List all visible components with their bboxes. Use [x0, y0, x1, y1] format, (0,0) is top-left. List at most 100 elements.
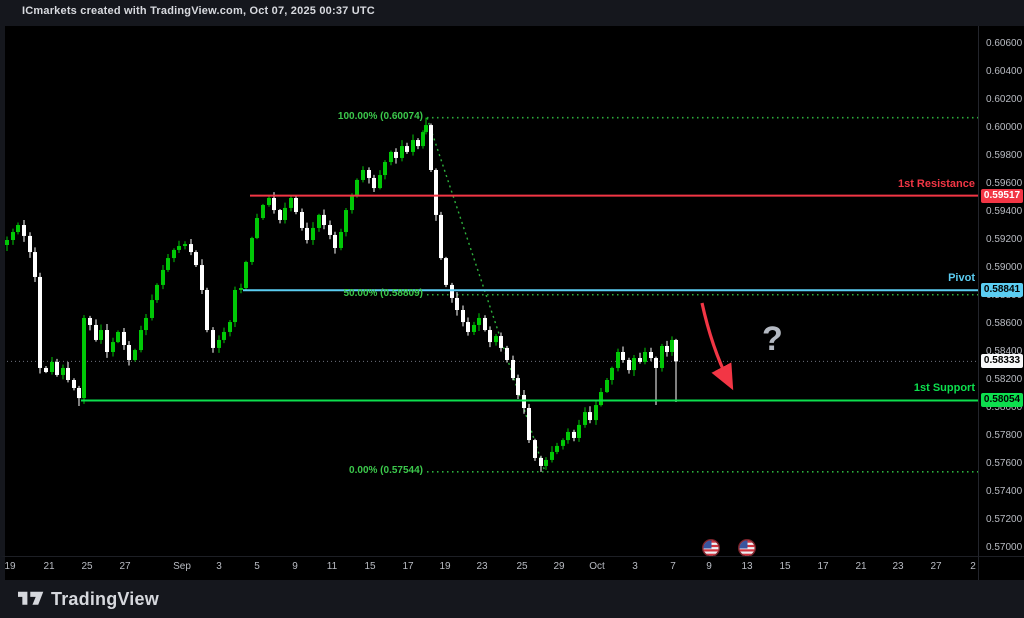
candle-body — [267, 198, 271, 205]
candle-body — [339, 232, 343, 248]
candle-body — [594, 405, 598, 420]
candle-body — [116, 332, 120, 342]
candle-body — [77, 388, 81, 398]
candle-body — [472, 325, 476, 332]
pivot-label: Pivot — [948, 272, 975, 284]
candle-body — [300, 212, 304, 228]
time-tick-label: 11 — [327, 561, 337, 572]
price-tick-label: 0.60600 — [986, 38, 1022, 50]
candle-body — [333, 235, 337, 248]
candle-body — [483, 318, 487, 330]
us-flag-event-icon[interactable] — [738, 539, 756, 556]
candle-body — [177, 246, 181, 250]
candle-body — [88, 318, 92, 325]
candle-body — [665, 346, 669, 352]
price-tick-label: 0.57400 — [986, 486, 1022, 498]
candle-body — [621, 352, 625, 360]
candle-body — [610, 368, 614, 380]
candle-body — [461, 310, 465, 322]
time-tick-label: 27 — [930, 561, 941, 572]
candle-body — [405, 146, 409, 152]
candle-body — [289, 198, 293, 208]
time-tick-label: 21 — [855, 561, 866, 572]
candle-body — [72, 380, 76, 388]
candle-body — [255, 218, 259, 238]
candle-body — [550, 452, 554, 460]
tradingview-snapshot: ICmarkets created with TradingView.com, … — [0, 0, 1024, 618]
time-tick-label: 15 — [779, 561, 790, 572]
candle-body — [439, 215, 443, 258]
price-tick-label: 0.57200 — [986, 514, 1022, 526]
candle-body — [183, 244, 187, 246]
candle-body — [588, 412, 592, 420]
candle-body — [511, 360, 515, 378]
time-tick-label: 23 — [476, 561, 487, 572]
candle-body — [189, 244, 193, 252]
candle-body — [250, 238, 254, 262]
candle-body — [355, 180, 359, 195]
candle-body — [539, 458, 543, 466]
time-tick-label: 9 — [292, 561, 298, 572]
fib-0-label: 0.00% (0.57544) — [349, 465, 423, 476]
candle-body — [389, 152, 393, 162]
chart-area[interactable]: 1st ResistancePivot1st Support100.00% (0… — [0, 26, 983, 556]
price-tick-label: 0.58600 — [986, 318, 1022, 330]
price-tick-label: 0.59800 — [986, 150, 1022, 162]
candle-body — [283, 208, 287, 220]
candle-body — [429, 125, 433, 170]
time-tick-label: 21 — [43, 561, 54, 572]
time-tick-label: 3 — [632, 561, 638, 572]
candle-body — [444, 258, 448, 285]
down-arrow-annotation — [702, 303, 731, 386]
candle-body — [294, 198, 298, 212]
candle-body — [654, 358, 658, 368]
candle-body — [317, 215, 321, 228]
resistance-label: 1st Resistance — [898, 178, 975, 190]
us-flag-event-icon[interactable] — [702, 539, 720, 556]
candle-body — [627, 360, 631, 370]
candle-body — [61, 368, 65, 375]
time-axis[interactable]: 19212527Sep35911151719232529Oct379131517… — [0, 556, 983, 581]
question-mark-annotation: ? — [762, 320, 783, 359]
fib-100-label: 100.00% (0.60074) — [338, 111, 423, 122]
candle-body — [16, 225, 20, 232]
time-tick-label: 5 — [254, 561, 260, 572]
time-tick-label: 23 — [892, 561, 903, 572]
candlestick-plot — [5, 26, 983, 556]
tradingview-logo[interactable]: TradingView — [18, 588, 159, 610]
time-tick-label: 17 — [402, 561, 413, 572]
price-tick-label: 0.60400 — [986, 66, 1022, 78]
candle-body — [44, 368, 48, 372]
candle-body — [239, 288, 243, 290]
candle-body — [670, 340, 674, 352]
price-tick-label: 0.57600 — [986, 458, 1022, 470]
candle-body — [261, 205, 265, 218]
candle-body — [450, 285, 454, 298]
time-tick-label: 17 — [817, 561, 828, 572]
candle-body — [5, 240, 9, 245]
candle-body — [133, 350, 137, 360]
candle-body — [638, 358, 642, 362]
tradingview-logo-icon — [18, 588, 44, 610]
candle-body — [378, 175, 382, 188]
candle-body — [66, 368, 70, 380]
price-axis[interactable]: 0.606000.604000.602000.600000.598000.596… — [978, 26, 1024, 556]
chart-header-bar: ICmarkets created with TradingView.com, … — [0, 0, 1024, 26]
candle-body — [344, 210, 348, 232]
price-tick-label: 0.57000 — [986, 542, 1022, 554]
footer-bar: TradingView — [0, 580, 1024, 618]
price-tick-label: 0.59200 — [986, 234, 1022, 246]
time-tick-label: 7 — [670, 561, 676, 572]
candle-body — [350, 195, 354, 210]
candle-body — [244, 262, 248, 288]
candle-body — [94, 325, 98, 340]
time-tick-label: Sep — [173, 561, 191, 572]
candle-body — [527, 408, 531, 440]
candle-body — [161, 270, 165, 285]
candle-body — [105, 330, 109, 352]
candle-body — [643, 352, 647, 362]
price-tick-label: 0.60200 — [986, 94, 1022, 106]
tradingview-logo-text: TradingView — [51, 589, 159, 610]
candle-body — [33, 252, 37, 277]
candle-body — [577, 425, 581, 438]
